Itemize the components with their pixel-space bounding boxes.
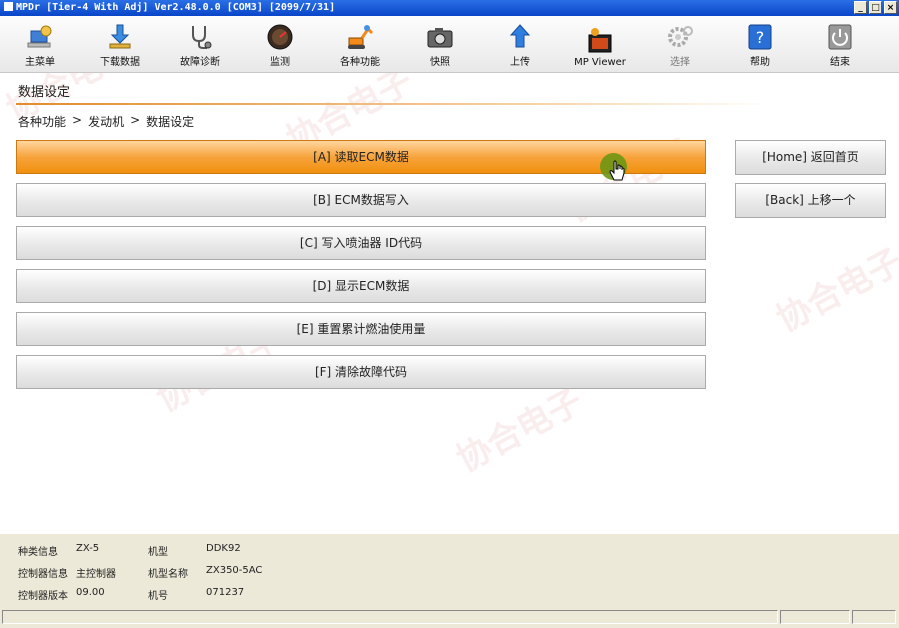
window-titlebar: MPDr [Tier-4 With Adj] Ver2.48.0.0 [COM3…: [0, 0, 899, 16]
mp-viewer-icon: [588, 28, 612, 53]
show-ecm-data-button[interactable]: [D] 显示ECM数据: [16, 269, 706, 303]
camera-icon: [427, 28, 453, 48]
breadcrumb: 各种功能 > 发动机 > 数据设定: [18, 113, 194, 130]
toolbar-functions[interactable]: 各种功能: [320, 16, 400, 72]
toolbar-exit[interactable]: 结束: [800, 16, 880, 72]
power-icon: [828, 24, 852, 50]
toolbar-diagnosis[interactable]: 故障诊断: [160, 16, 240, 72]
download-icon: [109, 24, 131, 49]
title-divider: [16, 103, 770, 105]
status-bar: [0, 606, 899, 628]
close-button[interactable]: ×: [884, 1, 897, 14]
home-button[interactable]: [Home] 返回首页: [735, 140, 886, 175]
hand-cursor-icon: [609, 160, 625, 181]
minimize-button[interactable]: _: [854, 1, 867, 14]
info-row: 控制器版本 09.00 机号 071237: [18, 587, 244, 602]
version-value: 09.00: [76, 587, 105, 598]
kind-value: ZX-5: [76, 543, 100, 554]
toolbar-mp-viewer[interactable]: MP Viewer: [560, 16, 640, 72]
serial-label: 机号: [148, 591, 168, 602]
toolbar-select[interactable]: 选择: [640, 16, 720, 72]
model-name-value: ZX350-5AC: [206, 565, 263, 576]
status-panel-tertiary: [852, 610, 896, 624]
main-menu-icon: [27, 25, 52, 48]
watermark-text: 协合电子: [450, 381, 590, 481]
excavator-icon: [348, 25, 374, 49]
svg-text:?: ?: [756, 28, 765, 47]
back-button[interactable]: [Back] 上移一个: [735, 183, 886, 218]
main-toolbar: 主菜单 下载数据 故障诊断 监测 各种功能 快照 上传 MP Viewer 选择…: [0, 16, 899, 73]
window-controls: _ □ ×: [854, 1, 897, 14]
info-row: 控制器信息 主控制器 机型名称 ZX350-5AC: [18, 565, 262, 580]
breadcrumb-item[interactable]: 各种功能: [18, 113, 66, 130]
breadcrumb-current: 数据设定: [146, 115, 195, 129]
toolbar-main-menu[interactable]: 主菜单: [0, 16, 80, 72]
write-ecm-data-button[interactable]: [B] ECM数据写入: [16, 183, 706, 217]
help-icon: ?: [748, 24, 772, 50]
info-panel: 种类信息 ZX-5 机型 DDK92 控制器信息 主控制器 机型名称 ZX350…: [0, 534, 899, 606]
model-value: DDK92: [206, 543, 241, 554]
status-panel-main: [2, 610, 778, 624]
info-row: 种类信息 ZX-5 机型 DDK92: [18, 543, 241, 558]
gear-icon: [668, 26, 693, 47]
breadcrumb-separator: >: [72, 113, 83, 127]
main-content: 协合电子 协合电子 协合电子 协合电子 协合电子 协合电子 数据设定 各种功能 …: [0, 73, 899, 534]
model-label: 机型: [148, 547, 168, 558]
breadcrumb-item[interactable]: 发动机: [88, 113, 124, 130]
window-title: MPDr [Tier-4 With Adj] Ver2.48.0.0 [COM3…: [16, 2, 336, 13]
status-panel-secondary: [780, 610, 850, 624]
clear-fault-codes-button[interactable]: [F] 清除故障代码: [16, 355, 706, 389]
app-icon: [4, 2, 13, 11]
watermark-text: 协合电子: [770, 241, 899, 341]
maximize-button[interactable]: □: [869, 1, 882, 14]
controller-value: 主控制器: [76, 569, 116, 580]
toolbar-upload[interactable]: 上传: [480, 16, 560, 72]
breadcrumb-separator: >: [130, 113, 141, 127]
reset-fuel-usage-button[interactable]: [E] 重置累计燃油使用量: [16, 312, 706, 346]
page-title: 数据设定: [18, 85, 71, 100]
toolbar-snapshot[interactable]: 快照: [400, 16, 480, 72]
model-name-label: 机型名称: [148, 569, 188, 580]
write-injector-id-button[interactable]: [C] 写入喷油器 ID代码: [16, 226, 706, 260]
stethoscope-icon: [192, 26, 212, 49]
toolbar-monitor[interactable]: 监测: [240, 16, 320, 72]
gauge-icon: [267, 24, 293, 50]
controller-label: 控制器信息: [18, 569, 68, 580]
toolbar-download[interactable]: 下载数据: [80, 16, 160, 72]
kind-label: 种类信息: [18, 547, 58, 558]
toolbar-help[interactable]: ? 帮助: [720, 16, 800, 72]
serial-value: 071237: [206, 587, 245, 598]
version-label: 控制器版本: [18, 591, 68, 602]
upload-icon: [509, 24, 531, 48]
